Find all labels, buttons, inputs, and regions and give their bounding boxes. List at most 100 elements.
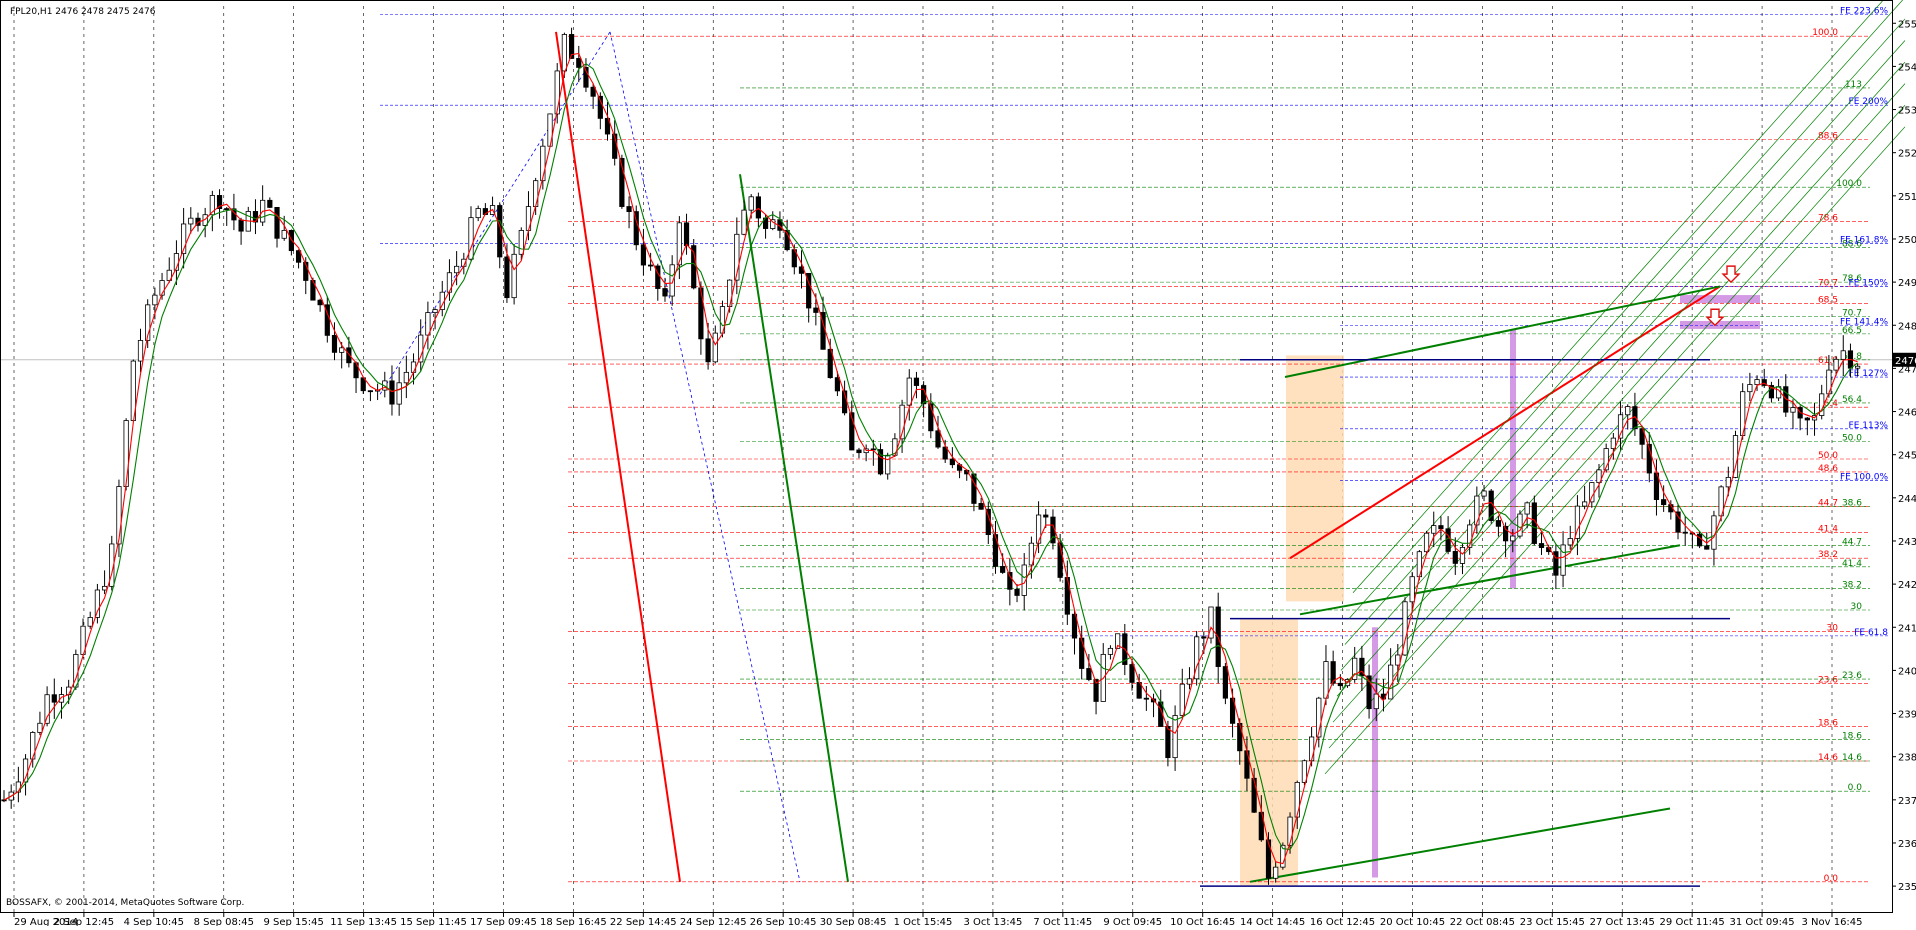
- y-tick-label: 2384: [1898, 753, 1916, 764]
- candle-body: [1144, 698, 1148, 699]
- candle-body: [1482, 491, 1486, 496]
- fib-red-label: 18.6: [1818, 718, 1838, 728]
- candle-body: [1582, 502, 1586, 506]
- x-tick-label: 27 Oct 13:45: [1590, 917, 1655, 926]
- y-tick-label: 2464: [1898, 408, 1916, 419]
- fib-red-label: 23.6: [1818, 675, 1838, 685]
- candle-body: [713, 333, 717, 362]
- red-trendline: [1290, 286, 1720, 558]
- fib-green-label: 38.6: [1842, 498, 1862, 508]
- fib-green-label: 0.0: [1848, 783, 1863, 793]
- y-tick-label: 2404: [1898, 666, 1916, 677]
- candle-body: [1000, 566, 1004, 572]
- candle-body: [1453, 551, 1457, 563]
- candle-body: [914, 378, 918, 385]
- candlesticks: [2, 28, 1860, 885]
- candle-body: [1475, 496, 1479, 525]
- green-trendline: [740, 174, 848, 882]
- candle-body: [332, 335, 336, 352]
- candle-body: [814, 308, 818, 312]
- candle-body: [368, 391, 372, 392]
- candle-body: [1726, 477, 1730, 486]
- candle-body: [1388, 665, 1392, 699]
- fib-red-label: 50.0: [1818, 451, 1838, 461]
- fib-red-label: 100.0: [1812, 28, 1838, 38]
- candle-body: [886, 455, 890, 474]
- fib-red-label: 38.2: [1818, 550, 1838, 560]
- x-tick-label: 29 Oct 11:45: [1660, 917, 1725, 926]
- price-chart[interactable]: 100.088.678.670.768.561.856.450.048.644.…: [0, 0, 1916, 926]
- x-tick-label: 10 Oct 16:45: [1170, 917, 1235, 926]
- fib-blue-label: FE 127%: [1849, 369, 1889, 379]
- candle-body: [1187, 679, 1191, 684]
- candle-body: [253, 211, 257, 222]
- candle-body: [1432, 526, 1436, 534]
- candle-body: [1044, 515, 1048, 517]
- x-tick-label: 9 Sep 15:45: [263, 917, 323, 926]
- candle-body: [857, 450, 861, 453]
- candle-body: [153, 295, 157, 305]
- candle-body: [1273, 867, 1277, 878]
- candle-body: [699, 288, 703, 339]
- fib-red-label: 44.7: [1818, 498, 1838, 508]
- candle-body: [52, 695, 56, 702]
- y-tick-label: 2544: [1898, 62, 1916, 73]
- candle-body: [684, 223, 688, 246]
- candle-body: [454, 266, 458, 272]
- candle-body: [124, 421, 128, 487]
- y-tick-label: 2354: [1898, 882, 1916, 893]
- candle-body: [397, 383, 401, 404]
- fib-green-label: 18.6: [1842, 731, 1862, 741]
- fib-green-label: 56.4: [1842, 395, 1862, 405]
- candle-body: [907, 378, 911, 405]
- candle-body: [1755, 380, 1759, 385]
- green-trendline: [1250, 808, 1670, 881]
- candle-body: [138, 340, 142, 361]
- fib-blue-label: FE 113%: [1849, 421, 1889, 431]
- candle-body: [419, 335, 423, 362]
- y-tick-label: 2554: [1898, 19, 1916, 30]
- x-tick-label: 18 Sep 16:45: [540, 917, 607, 926]
- candle-body: [433, 310, 437, 313]
- candle-body: [1338, 683, 1342, 685]
- x-tick-label: 7 Oct 11:45: [1033, 917, 1092, 926]
- fib-blue-label: FE 141.4%: [1840, 317, 1888, 327]
- fib-green-label: 113: [1845, 80, 1862, 90]
- candle-body: [519, 230, 523, 254]
- candle-body: [1855, 366, 1859, 368]
- chart-canvas[interactable]: 100.088.678.670.768.561.856.450.048.644.…: [0, 0, 1916, 926]
- candle-body: [1309, 737, 1313, 761]
- fib-green-label: 66.5: [1842, 326, 1862, 336]
- candle-body: [390, 381, 394, 404]
- fib-red-label: 68.5: [1818, 296, 1838, 306]
- x-tick-label: 3 Nov 16:45: [1801, 917, 1862, 926]
- candle-body: [727, 280, 731, 306]
- fib-green-label: 23.6: [1842, 671, 1862, 681]
- candle-body: [641, 245, 645, 265]
- down-arrow-icon: [1723, 266, 1739, 282]
- x-tick-label: 22 Sep 14:45: [610, 917, 677, 926]
- candle-body: [1791, 408, 1795, 413]
- y-tick-label: 2364: [1898, 839, 1916, 850]
- candle-body: [1324, 662, 1328, 699]
- candle-body: [1252, 778, 1256, 812]
- candle-body: [275, 207, 279, 238]
- candle-body: [577, 58, 581, 67]
- candle-body: [1748, 385, 1752, 392]
- x-tick-label: 15 Sep 11:45: [400, 917, 467, 926]
- x-tick-label: 22 Oct 08:45: [1450, 917, 1515, 926]
- candle-body: [706, 339, 710, 362]
- candle-body: [1539, 544, 1543, 548]
- fib-green-label: 41.4: [1842, 559, 1862, 569]
- candle-body: [1626, 407, 1630, 415]
- fib-blue-label: FE 223.6%: [1840, 7, 1888, 17]
- x-tick-label: 1 Oct 15:45: [894, 917, 953, 926]
- candle-body: [1841, 351, 1845, 360]
- fib-green-label: 44.7: [1842, 537, 1862, 547]
- highlight-zones: [1240, 295, 1760, 886]
- fib-green-label: 38.2: [1842, 580, 1862, 590]
- fib-red-label: 0.0: [1824, 874, 1839, 884]
- candle-body: [627, 207, 631, 212]
- x-tick-label: 30 Sep 08:45: [820, 917, 887, 926]
- violet-bar: [1680, 321, 1760, 329]
